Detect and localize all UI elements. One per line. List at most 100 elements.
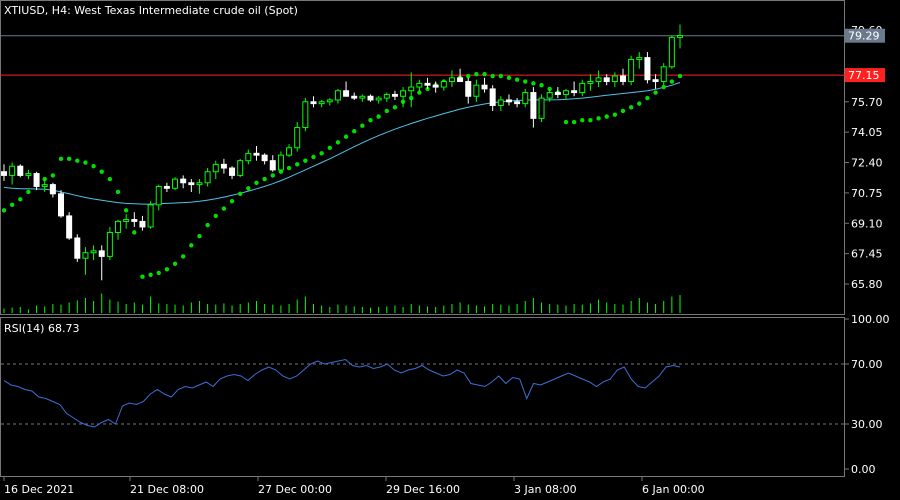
candle-body[interactable] <box>334 90 341 101</box>
candle-body[interactable] <box>115 220 122 233</box>
candle-body[interactable] <box>33 173 40 187</box>
candle-body[interactable] <box>522 92 529 105</box>
candle-body[interactable] <box>603 77 610 83</box>
chart-canvas[interactable]: 79.6075.7074.0572.4070.7569.1067.4565.80… <box>0 0 900 500</box>
candle-body[interactable] <box>326 99 333 103</box>
candle-body[interactable] <box>505 99 512 103</box>
candle-body[interactable] <box>668 36 675 68</box>
candle-body[interactable] <box>286 147 293 156</box>
candle-body[interactable] <box>220 163 227 169</box>
candle-body[interactable] <box>652 79 659 83</box>
time-tick-label: 3 Jan 08:00 <box>514 483 577 496</box>
candle-body[interactable] <box>49 184 56 195</box>
candle-body[interactable] <box>277 154 284 171</box>
candle-body[interactable] <box>269 160 276 171</box>
candle-body[interactable] <box>343 90 350 97</box>
candle-body[interactable] <box>294 127 301 149</box>
candle-body[interactable] <box>74 237 81 259</box>
sar-dot <box>498 73 504 79</box>
candle-body[interactable] <box>677 35 683 38</box>
candle-body[interactable] <box>554 92 561 95</box>
candle-body[interactable] <box>188 182 195 186</box>
sar-dot <box>26 189 31 195</box>
sar-dot <box>596 116 601 121</box>
sar-dot <box>482 71 487 77</box>
candle-body[interactable] <box>587 81 594 84</box>
candle-body[interactable] <box>253 152 260 156</box>
candle-body[interactable] <box>1 171 7 176</box>
time-axis[interactable]: 16 Dec 2021 21 Dec 08:00 27 Dec 00:00 29 De… <box>3 477 705 496</box>
candle-body[interactable] <box>432 84 439 88</box>
candle-body[interactable] <box>416 82 423 88</box>
candle-body[interactable] <box>196 182 203 186</box>
candle-body[interactable] <box>473 84 480 97</box>
candle-body[interactable] <box>595 77 602 83</box>
candle-body[interactable] <box>180 178 187 184</box>
candle-body[interactable] <box>546 92 553 99</box>
candle-body[interactable] <box>465 81 472 97</box>
candle-body[interactable] <box>41 184 48 187</box>
candle-body[interactable] <box>611 75 618 83</box>
candle-body[interactable] <box>25 173 32 176</box>
candle-body[interactable] <box>383 93 390 99</box>
candle-body[interactable] <box>212 163 219 173</box>
candle-body[interactable] <box>131 219 138 222</box>
candle-body[interactable] <box>514 101 521 105</box>
candle-body[interactable] <box>530 92 537 119</box>
candle-body[interactable] <box>448 77 455 83</box>
candle-body[interactable] <box>302 101 309 129</box>
candle-body[interactable] <box>245 152 252 162</box>
candle-body[interactable] <box>375 97 382 101</box>
candle-body[interactable] <box>17 165 24 176</box>
candle-body[interactable] <box>489 88 496 106</box>
candle-body[interactable] <box>391 93 398 97</box>
candle-body[interactable] <box>106 231 113 257</box>
candle-body[interactable] <box>497 99 504 106</box>
candle-body[interactable] <box>562 90 569 95</box>
candle-body[interactable] <box>229 167 236 176</box>
candle-body[interactable] <box>457 77 464 83</box>
candle-body[interactable] <box>538 97 545 119</box>
candle-body[interactable] <box>310 101 317 105</box>
candle-body[interactable] <box>172 178 179 189</box>
candle-body[interactable] <box>481 84 488 90</box>
candle-body[interactable] <box>400 90 407 97</box>
candle-body[interactable] <box>579 82 586 94</box>
candle-body[interactable] <box>424 82 431 86</box>
candle-body[interactable] <box>660 66 667 83</box>
candle-body[interactable] <box>204 171 211 184</box>
rsi-panel-border <box>0 317 845 477</box>
candle-body[interactable] <box>644 57 651 81</box>
candle-body[interactable] <box>408 86 415 92</box>
sar-dot <box>352 129 357 134</box>
candle-body[interactable] <box>318 101 325 105</box>
sar-dot <box>335 140 341 145</box>
candle-body[interactable] <box>628 58 635 83</box>
candle-body[interactable] <box>147 204 154 228</box>
candle-body[interactable] <box>571 90 578 94</box>
price-axis[interactable]: 79.6075.7074.0572.4070.7569.1067.4565.80 <box>845 24 883 291</box>
candle-body[interactable] <box>359 95 366 99</box>
candle-body[interactable] <box>98 250 105 257</box>
candle-body[interactable] <box>123 219 130 222</box>
candle-body[interactable] <box>440 81 447 88</box>
candle-body[interactable] <box>9 165 16 176</box>
candle-body[interactable] <box>619 75 626 83</box>
candle-body[interactable] <box>82 252 89 259</box>
candle-body[interactable] <box>367 95 374 101</box>
candle-body[interactable] <box>155 185 162 206</box>
sar-dot <box>58 156 64 162</box>
sar-dot <box>531 81 536 86</box>
sar-dot <box>669 79 675 84</box>
candle-body[interactable] <box>636 57 643 60</box>
time-tick-label: 16 Dec 2021 <box>4 483 74 496</box>
candle-body[interactable] <box>66 215 73 239</box>
candle-body[interactable] <box>351 95 358 99</box>
candle-body[interactable] <box>237 160 244 176</box>
candle-body[interactable] <box>90 250 97 254</box>
candle-body[interactable] <box>163 185 170 189</box>
candle-body[interactable] <box>261 154 268 162</box>
trading-terminal[interactable]: 79.6075.7074.0572.4070.7569.1067.4565.80… <box>0 0 900 500</box>
candle-body[interactable] <box>139 220 146 228</box>
candle-body[interactable] <box>58 193 65 217</box>
